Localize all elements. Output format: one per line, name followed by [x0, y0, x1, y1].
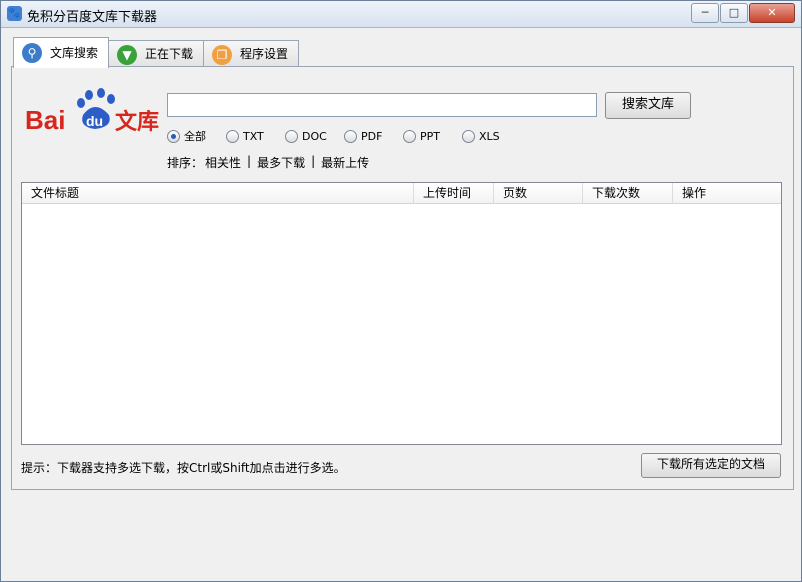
sort-label: 排序：	[167, 156, 204, 170]
tab-label: 文库搜索	[50, 46, 99, 60]
filter-doc-radio[interactable]: DOC	[285, 128, 344, 144]
logo-text-wenku: 文库	[115, 109, 159, 135]
radio-indicator[interactable]	[403, 129, 416, 143]
search-input[interactable]	[167, 93, 597, 117]
tab-search[interactable]: ⚲ 文库搜索	[13, 37, 110, 68]
sort-newest-link[interactable]: 最新上传	[321, 154, 369, 171]
window-title: 免积分百度文库下载器	[27, 10, 158, 25]
column-header-title[interactable]: 文件标题	[22, 183, 414, 203]
sort-separator: |	[311, 154, 316, 168]
tab-label: 正在下载	[145, 47, 194, 61]
radio-indicator[interactable]	[344, 129, 357, 143]
app-window: 🐾 免积分百度文库下载器 ─ □ ✕ ⚲ 文库搜索 ▼ 正在下载 ❐ 程序设置	[0, 0, 802, 582]
baidu-wenku-logo: Bai du 文库	[25, 88, 159, 135]
tab-strip: ⚲ 文库搜索 ▼ 正在下载 ❐ 程序设置	[13, 37, 300, 68]
radio-label: DOC	[302, 129, 327, 143]
search-button[interactable]: 搜索文库	[605, 92, 691, 119]
maximize-button[interactable]: □	[720, 3, 748, 23]
sort-most-downloads-link[interactable]: 最多下载	[257, 154, 305, 171]
magnifier-icon: ⚲	[22, 43, 42, 63]
filter-all-radio[interactable]: 全部	[167, 128, 226, 144]
radio-label: TXT	[243, 129, 264, 143]
radio-label: PDF	[361, 129, 383, 143]
radio-label: XLS	[479, 129, 500, 143]
download-arrow-icon: ▼	[117, 45, 138, 65]
table-header: 文件标题 上传时间 页数 下载次数 操作	[22, 183, 781, 204]
file-type-filters: 全部 TXT DOC PDF PPT XLS	[167, 128, 521, 144]
radio-indicator[interactable]	[462, 129, 475, 143]
sort-options: 排序： 相关性 | 最多下载 | 最新上传	[167, 154, 375, 171]
filter-xls-radio[interactable]: XLS	[462, 128, 521, 144]
results-table[interactable]: 文件标题 上传时间 页数 下载次数 操作	[21, 182, 782, 445]
radio-label: 全部	[184, 130, 206, 143]
column-header-upload-time[interactable]: 上传时间	[414, 183, 494, 203]
hint-text: 提示：下载器支持多选下载，按Ctrl或Shift加点击进行多选。	[21, 461, 346, 475]
download-selected-button[interactable]: 下载所有选定的文档	[641, 453, 781, 478]
tab-downloading[interactable]: ▼ 正在下载	[108, 40, 205, 67]
tab-settings[interactable]: ❐ 程序设置	[203, 40, 300, 67]
logo-text-bai: Bai	[25, 105, 65, 135]
radio-indicator[interactable]	[167, 129, 180, 143]
column-header-download-count[interactable]: 下载次数	[583, 183, 673, 203]
sort-separator: |	[247, 154, 252, 168]
column-header-pages[interactable]: 页数	[494, 183, 583, 203]
title-bar[interactable]: 🐾 免积分百度文库下载器 ─ □ ✕	[1, 1, 801, 28]
column-header-actions[interactable]: 操作	[673, 183, 781, 203]
close-button[interactable]: ✕	[749, 3, 795, 23]
minimize-button[interactable]: ─	[691, 3, 719, 23]
tab-label: 程序设置	[240, 47, 289, 61]
filter-ppt-radio[interactable]: PPT	[403, 128, 462, 144]
window-controls: ─ □ ✕	[690, 3, 795, 23]
radio-label: PPT	[420, 129, 440, 143]
radio-indicator[interactable]	[226, 129, 239, 143]
search-panel: Bai du 文库 搜索文库 全部 TXT DOC PDF PPT XLS 排序…	[11, 66, 794, 490]
paw-app-icon: 🐾	[7, 6, 22, 21]
logo-text-du: du	[86, 113, 103, 129]
radio-indicator[interactable]	[285, 129, 298, 143]
sort-relevance-link[interactable]: 相关性	[205, 154, 241, 171]
settings-windows-icon: ❐	[212, 45, 233, 65]
filter-pdf-radio[interactable]: PDF	[344, 128, 403, 144]
filter-txt-radio[interactable]: TXT	[226, 128, 285, 144]
